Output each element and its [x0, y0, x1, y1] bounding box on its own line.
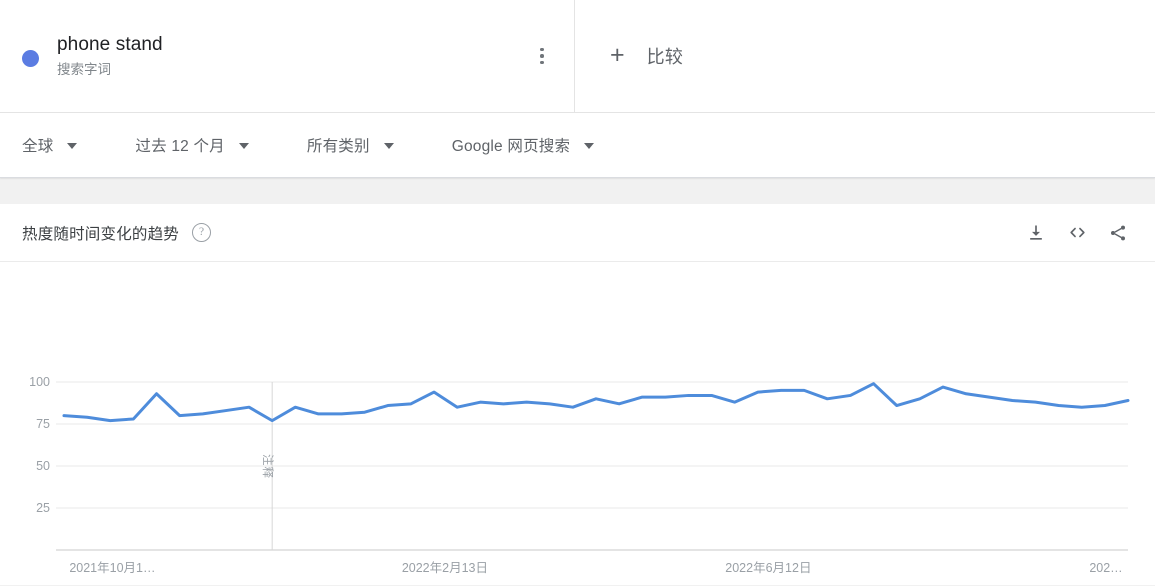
share-icon[interactable]: [1101, 216, 1135, 250]
filter-time-range[interactable]: 过去 12 个月: [135, 134, 249, 156]
chevron-down-icon: [584, 143, 595, 149]
add-comparison-label: 比较: [646, 47, 684, 67]
svg-text:25: 25: [36, 501, 50, 515]
chevron-down-icon: [238, 143, 249, 149]
annotation-label: 注释: [261, 454, 274, 480]
svg-text:202…: 202…: [1089, 561, 1122, 575]
svg-text:100: 100: [29, 375, 50, 389]
more-vert-dot: [540, 54, 544, 58]
chart-plot-area[interactable]: 25 50 75 100 2021年10月1… 2022年2月13日 2022年6月12日 2…: [0, 262, 1155, 586]
interest-over-time-card: 热度随时间变化的趋势 ? 25 50 75 100 2021年10月1… 202…: [0, 204, 1155, 585]
svg-text:2022年2月13日: 2022年2月13日: [402, 561, 488, 575]
plus-icon: +: [610, 40, 625, 69]
svg-text:2022年6月12日: 2022年6月12日: [725, 561, 811, 575]
add-comparison-button[interactable]: + 比较: [575, 0, 1155, 112]
download-icon[interactable]: [1019, 216, 1053, 250]
series-color-dot: [22, 49, 39, 67]
more-vert-icon[interactable]: [528, 36, 556, 76]
search-terms-row: phone stand 搜索字词 + 比较: [0, 0, 1155, 113]
trend-line-chart[interactable]: 25 50 75 100 2021年10月1… 2022年2月13日 2022年6月12日 2…: [0, 262, 1155, 586]
more-vert-dot: [540, 60, 544, 65]
chevron-down-icon: [67, 143, 78, 149]
filter-bar: 全球 过去 12 个月 所有类别 Google 网页搜索: [0, 113, 1155, 178]
search-term-card[interactable]: phone stand 搜索字词: [0, 0, 575, 112]
filter-category[interactable]: 所有类别: [307, 134, 394, 156]
svg-text:2021年10月1…: 2021年10月1…: [69, 561, 155, 575]
help-icon[interactable]: ?: [192, 223, 212, 242]
chevron-down-icon: [383, 143, 394, 149]
search-term-subtitle: 搜索字词: [57, 61, 111, 77]
more-vert-dot: [540, 47, 544, 52]
svg-text:50: 50: [36, 459, 50, 473]
svg-text:75: 75: [36, 417, 50, 431]
filter-category-label: 所有类别: [306, 138, 370, 155]
embed-code-icon[interactable]: [1060, 216, 1094, 250]
filter-time-range-label: 过去 12 个月: [135, 138, 225, 155]
chart-title: 热度随时间变化的趋势: [22, 225, 180, 243]
section-gap: [0, 178, 1155, 204]
filter-search-type[interactable]: Google 网页搜索: [452, 134, 595, 156]
chart-header: 热度随时间变化的趋势 ?: [0, 204, 1155, 262]
search-term-title: phone stand: [57, 33, 163, 55]
search-term-texts: phone stand 搜索字词: [57, 33, 528, 80]
filter-location-label: 全球: [22, 138, 54, 155]
filter-search-type-label: Google 网页搜索: [451, 138, 571, 155]
filter-location[interactable]: 全球: [22, 134, 78, 156]
